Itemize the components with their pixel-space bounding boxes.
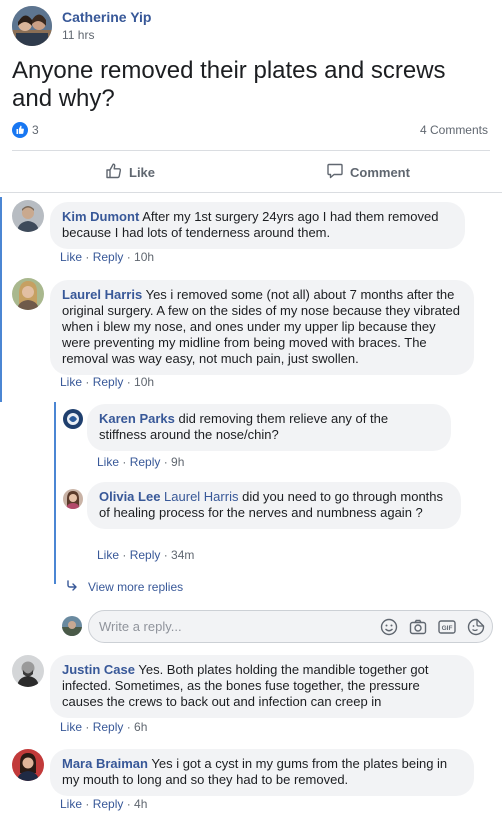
divider: [0, 192, 502, 193]
meta-separator: ·: [160, 548, 172, 562]
comment-like-link[interactable]: Like: [60, 250, 82, 264]
tagged-user[interactable]: Laurel Harris: [164, 489, 238, 504]
commenter-name[interactable]: Justin Case: [62, 662, 135, 677]
commenter-avatar[interactable]: [12, 655, 44, 687]
comment-bubble: Karen Parks did removing them relieve an…: [87, 404, 451, 451]
comment-time[interactable]: 10h: [134, 375, 154, 389]
thumbs-up-icon: [105, 162, 129, 183]
commenter-name[interactable]: Kim Dumont: [62, 209, 139, 224]
commenter-name[interactable]: Olivia Lee: [99, 489, 160, 504]
comment-bubble: Kim Dumont After my 1st surgery 24yrs ag…: [50, 202, 465, 249]
comment-reply-link[interactable]: Reply: [130, 455, 161, 469]
comment-meta: Like · Reply · 10h: [60, 375, 154, 389]
sticker-icon[interactable]: [466, 617, 486, 637]
comment-like-link[interactable]: Like: [97, 548, 119, 562]
meta-separator: ·: [119, 548, 130, 562]
meta-separator: ·: [119, 455, 130, 469]
commenter-avatar[interactable]: [63, 409, 83, 429]
view-more-label: View more replies: [88, 579, 184, 594]
reply-arrow-icon: [66, 579, 88, 594]
commenter-avatar[interactable]: [63, 489, 83, 509]
commenter-name[interactable]: Laurel Harris: [62, 287, 142, 302]
camera-icon[interactable]: [408, 617, 428, 637]
divider: [12, 150, 490, 151]
comment-reply-link[interactable]: Reply: [93, 375, 124, 389]
meta-separator: ·: [123, 797, 135, 811]
author-name[interactable]: Catherine Yip: [62, 9, 151, 25]
meta-separator: ·: [82, 250, 93, 264]
comment-button[interactable]: Comment: [326, 158, 410, 186]
comment-time[interactable]: 34m: [171, 548, 194, 562]
comment-like-link[interactable]: Like: [97, 455, 119, 469]
post-timestamp[interactable]: 11 hrs: [62, 28, 94, 42]
comment-meta: Like · Reply · 4h: [60, 797, 147, 811]
view-more-replies[interactable]: View more replies: [66, 579, 183, 594]
comment-reply-link[interactable]: Reply: [93, 720, 124, 734]
meta-separator: ·: [82, 375, 93, 389]
post-stats: 3 4 Comments: [12, 121, 488, 139]
commenter-avatar[interactable]: [12, 200, 44, 232]
comment-reply-link[interactable]: Reply: [130, 548, 161, 562]
comment-like-link[interactable]: Like: [60, 375, 82, 389]
comment-time[interactable]: 9h: [171, 455, 184, 469]
gif-icon[interactable]: GIF: [437, 617, 457, 637]
commenter-name[interactable]: Mara Braiman: [62, 756, 148, 771]
comment-bubble: Mara Braiman Yes i got a cyst in my gums…: [50, 749, 474, 796]
comment-time[interactable]: 6h: [134, 720, 147, 734]
comment-time[interactable]: 10h: [134, 250, 154, 264]
commenter-avatar[interactable]: [12, 749, 44, 781]
meta-separator: ·: [82, 797, 93, 811]
commenter-name[interactable]: Karen Parks: [99, 411, 175, 426]
commenter-avatar[interactable]: [12, 278, 44, 310]
reply-placeholder: Write a reply...: [99, 619, 182, 634]
post-card: Catherine Yip 11 hrs Anyone removed thei…: [0, 0, 502, 823]
meta-separator: ·: [82, 720, 93, 734]
current-user-avatar[interactable]: [62, 616, 82, 636]
comment-meta: Like · Reply · 10h: [60, 250, 154, 264]
meta-separator: ·: [123, 250, 135, 264]
comment-like-link[interactable]: Like: [60, 720, 82, 734]
comment-bubble: Olivia Lee Laurel Harris did you need to…: [87, 482, 461, 529]
like-reaction-icon[interactable]: [12, 122, 28, 138]
comment-button-label: Comment: [350, 164, 410, 180]
comment-like-link[interactable]: Like: [60, 797, 82, 811]
meta-separator: ·: [123, 375, 135, 389]
thread-indicator: [0, 197, 2, 402]
thread-indicator: [54, 402, 56, 584]
comment-bubble: Justin Case Yes. Both plates holding the…: [50, 655, 474, 718]
meta-separator: ·: [123, 720, 135, 734]
comment-meta: Like · Reply · 6h: [60, 720, 147, 734]
author-avatar[interactable]: [12, 6, 52, 46]
like-button[interactable]: Like: [105, 158, 155, 186]
comment-bubble-icon: [326, 162, 350, 183]
comment-time[interactable]: 4h: [134, 797, 147, 811]
like-button-label: Like: [129, 164, 156, 180]
reply-input[interactable]: Write a reply... GIF: [88, 610, 493, 643]
comment-meta: Like · Reply · 34m: [97, 548, 194, 562]
emoji-icon[interactable]: [379, 617, 399, 637]
post-text: Anyone removed their plates and screws a…: [12, 57, 446, 112]
comment-meta: Like · Reply · 9h: [97, 455, 184, 469]
like-count[interactable]: 3: [32, 123, 39, 137]
comment-reply-link[interactable]: Reply: [93, 250, 124, 264]
meta-separator: ·: [160, 455, 172, 469]
comment-reply-link[interactable]: Reply: [93, 797, 124, 811]
comment-count[interactable]: 4 Comments: [420, 123, 488, 137]
comment-bubble: Laurel Harris Yes i removed some (not al…: [50, 280, 474, 375]
svg-text:GIF: GIF: [442, 625, 453, 632]
reply-toolbar: GIF: [370, 617, 486, 637]
